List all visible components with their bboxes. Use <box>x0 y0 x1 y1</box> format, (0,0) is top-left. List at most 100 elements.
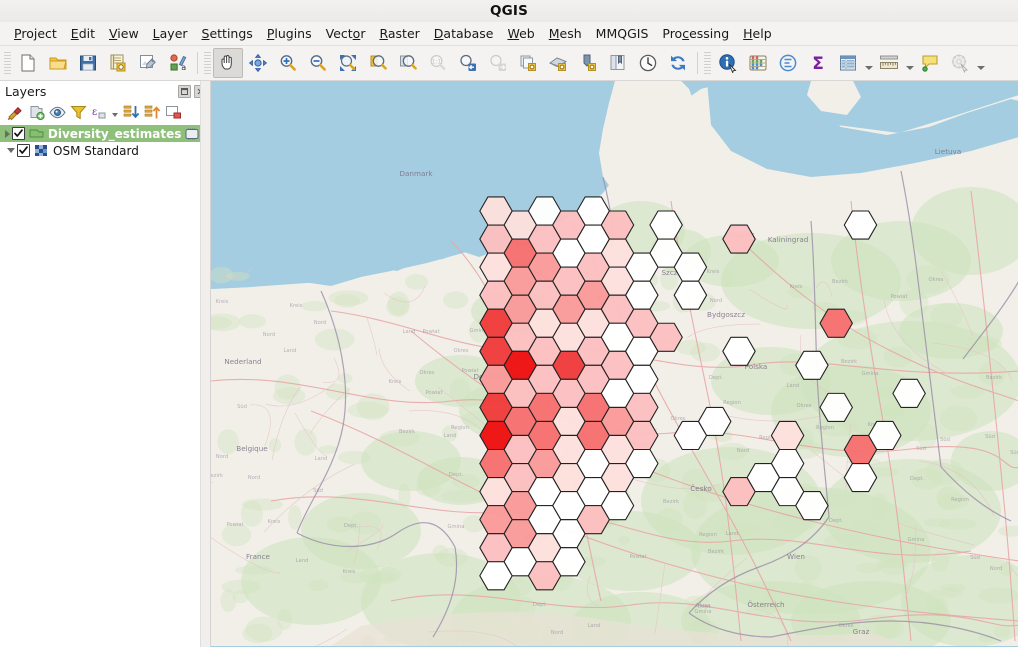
svg-text:Dept.: Dept. <box>344 523 359 529</box>
zoom-native-icon[interactable]: 1:1 <box>423 48 453 78</box>
layer-visibility-checkbox[interactable] <box>11 127 25 140</box>
menu-help[interactable]: Help <box>736 24 779 43</box>
chevron-down-icon[interactable] <box>904 49 915 77</box>
svg-text:Region: Region <box>699 532 717 538</box>
chevron-down-icon[interactable] <box>975 49 986 77</box>
svg-text:Region: Region <box>451 425 469 431</box>
new-print-layout-2-icon[interactable] <box>573 48 603 78</box>
remove-layer-icon[interactable] <box>163 102 183 122</box>
layers-panel-header: Layers <box>0 81 210 100</box>
zoom-last-icon[interactable] <box>453 48 483 78</box>
pan-to-selection-icon[interactable] <box>243 48 273 78</box>
open-layer-styling-panel-icon[interactable] <box>5 102 25 122</box>
manage-map-themes-icon[interactable] <box>47 102 67 122</box>
svg-text:Gmina: Gmina <box>862 371 879 377</box>
svg-text:Bezirk: Bezirk <box>986 375 1002 381</box>
zoom-next-icon[interactable] <box>483 48 513 78</box>
menu-web[interactable]: Web <box>500 24 541 43</box>
chevron-down-icon[interactable] <box>4 144 17 157</box>
svg-text:Kreis: Kreis <box>707 269 720 275</box>
svg-text:Süd: Süd <box>916 446 926 452</box>
filter-legend-icon[interactable] <box>68 102 88 122</box>
svg-text:Powiat: Powiat <box>629 554 646 560</box>
data-source-manager-icon[interactable]: a <box>163 48 193 78</box>
zoom-to-layer-icon[interactable] <box>393 48 423 78</box>
svg-text:Dept.: Dept. <box>449 472 464 478</box>
menu-vector[interactable]: Vector <box>319 24 373 43</box>
svg-text:Nederland: Nederland <box>224 357 261 366</box>
open-project-icon[interactable] <box>43 48 73 78</box>
add-group-icon[interactable] <box>26 102 46 122</box>
svg-text:Gmina: Gmina <box>448 524 465 530</box>
svg-text:Bezirk: Bezirk <box>211 473 223 479</box>
svg-text:France: France <box>246 552 270 561</box>
layer-visibility-checkbox[interactable] <box>17 144 30 157</box>
panel-float-button[interactable] <box>178 84 191 98</box>
svg-text:Nord: Nord <box>263 332 275 338</box>
open-attribute-table-icon[interactable] <box>833 48 863 78</box>
chevron-down-icon[interactable] <box>863 49 874 77</box>
toolbar-grip[interactable] <box>204 52 211 74</box>
new-project-icon[interactable] <box>13 48 43 78</box>
zoom-in-icon[interactable] <box>273 48 303 78</box>
filter-legend-expression-icon[interactable]: ε <box>89 102 109 122</box>
svg-text:Nord: Nord <box>551 630 563 636</box>
layer-row-diversity-estimates[interactable]: Diversity_estimatesd <box>0 125 210 142</box>
pan-map-icon[interactable] <box>213 48 243 78</box>
zoom-out-icon[interactable] <box>303 48 333 78</box>
refresh-icon[interactable] <box>663 48 693 78</box>
menu-database[interactable]: Database <box>427 24 501 43</box>
layer-row-osm-standard[interactable]: OSM Standard <box>0 142 210 159</box>
svg-text:Süd: Süd <box>985 434 995 440</box>
menu-project[interactable]: Project <box>7 24 64 43</box>
svg-text:Land: Land <box>444 433 457 439</box>
new-map-view-icon[interactable] <box>513 48 543 78</box>
menu-edit[interactable]: Edit <box>64 24 102 43</box>
menu-processing[interactable]: Processing <box>655 24 736 43</box>
save-project-icon[interactable] <box>73 48 103 78</box>
new-report-icon[interactable] <box>603 48 633 78</box>
menu-plugins[interactable]: Plugins <box>260 24 319 43</box>
menu-raster[interactable]: Raster <box>372 24 426 43</box>
field-calculator-icon[interactable] <box>773 48 803 78</box>
svg-text:Land: Land <box>726 531 739 537</box>
run-feature-action-icon[interactable] <box>945 48 975 78</box>
svg-text:Okres: Okres <box>696 603 711 609</box>
svg-text:Süd: Süd <box>313 488 323 494</box>
menu-settings[interactable]: Settings <box>195 24 260 43</box>
svg-text:Dept.: Dept. <box>910 476 925 482</box>
chevron-down-icon[interactable] <box>110 102 120 122</box>
edit-tools-icon[interactable] <box>185 128 199 140</box>
menu-mesh[interactable]: Mesh <box>542 24 589 43</box>
menu-view[interactable]: View <box>102 24 146 43</box>
show-statistical-summary-icon[interactable]: Σ <box>803 48 833 78</box>
style-manager-icon[interactable] <box>133 48 163 78</box>
map-tips-icon[interactable] <box>915 48 945 78</box>
identify-features-icon[interactable] <box>713 48 743 78</box>
svg-text:Nord: Nord <box>248 475 260 481</box>
chevron-right-icon[interactable] <box>4 127 12 140</box>
svg-text:Kreis: Kreis <box>389 379 402 385</box>
zoom-full-icon[interactable] <box>333 48 363 78</box>
measure-line-icon[interactable] <box>874 48 904 78</box>
layers-panel-title: Layers <box>5 83 47 99</box>
toolbar-grip[interactable] <box>704 52 711 74</box>
svg-text:Dept.: Dept. <box>829 518 844 524</box>
new-print-layout-icon[interactable] <box>103 48 133 78</box>
svg-text:Land: Land <box>284 348 297 354</box>
temporal-controller-icon[interactable] <box>633 48 663 78</box>
layer-name: Diversity_estimates <box>47 126 182 141</box>
svg-text:Okres: Okres <box>420 370 435 376</box>
menu-mmqgis[interactable]: MMQGIS <box>589 24 656 43</box>
new-3d-map-view-icon[interactable] <box>543 48 573 78</box>
svg-text:Österreich: Österreich <box>747 600 784 609</box>
expand-all-icon[interactable] <box>121 102 141 122</box>
map-canvas[interactable]: DanmarkNederlandBelgiqueDeutschlandPolsk… <box>211 81 1018 647</box>
layers-panel-scrollbar[interactable] <box>200 81 210 647</box>
zoom-to-selection-icon[interactable] <box>363 48 393 78</box>
statistics-icon[interactable] <box>743 48 773 78</box>
collapse-all-icon[interactable] <box>142 102 162 122</box>
toolbar-grip[interactable] <box>4 52 11 74</box>
svg-text:Gmina: Gmina <box>908 537 925 543</box>
menu-layer[interactable]: Layer <box>146 24 195 43</box>
